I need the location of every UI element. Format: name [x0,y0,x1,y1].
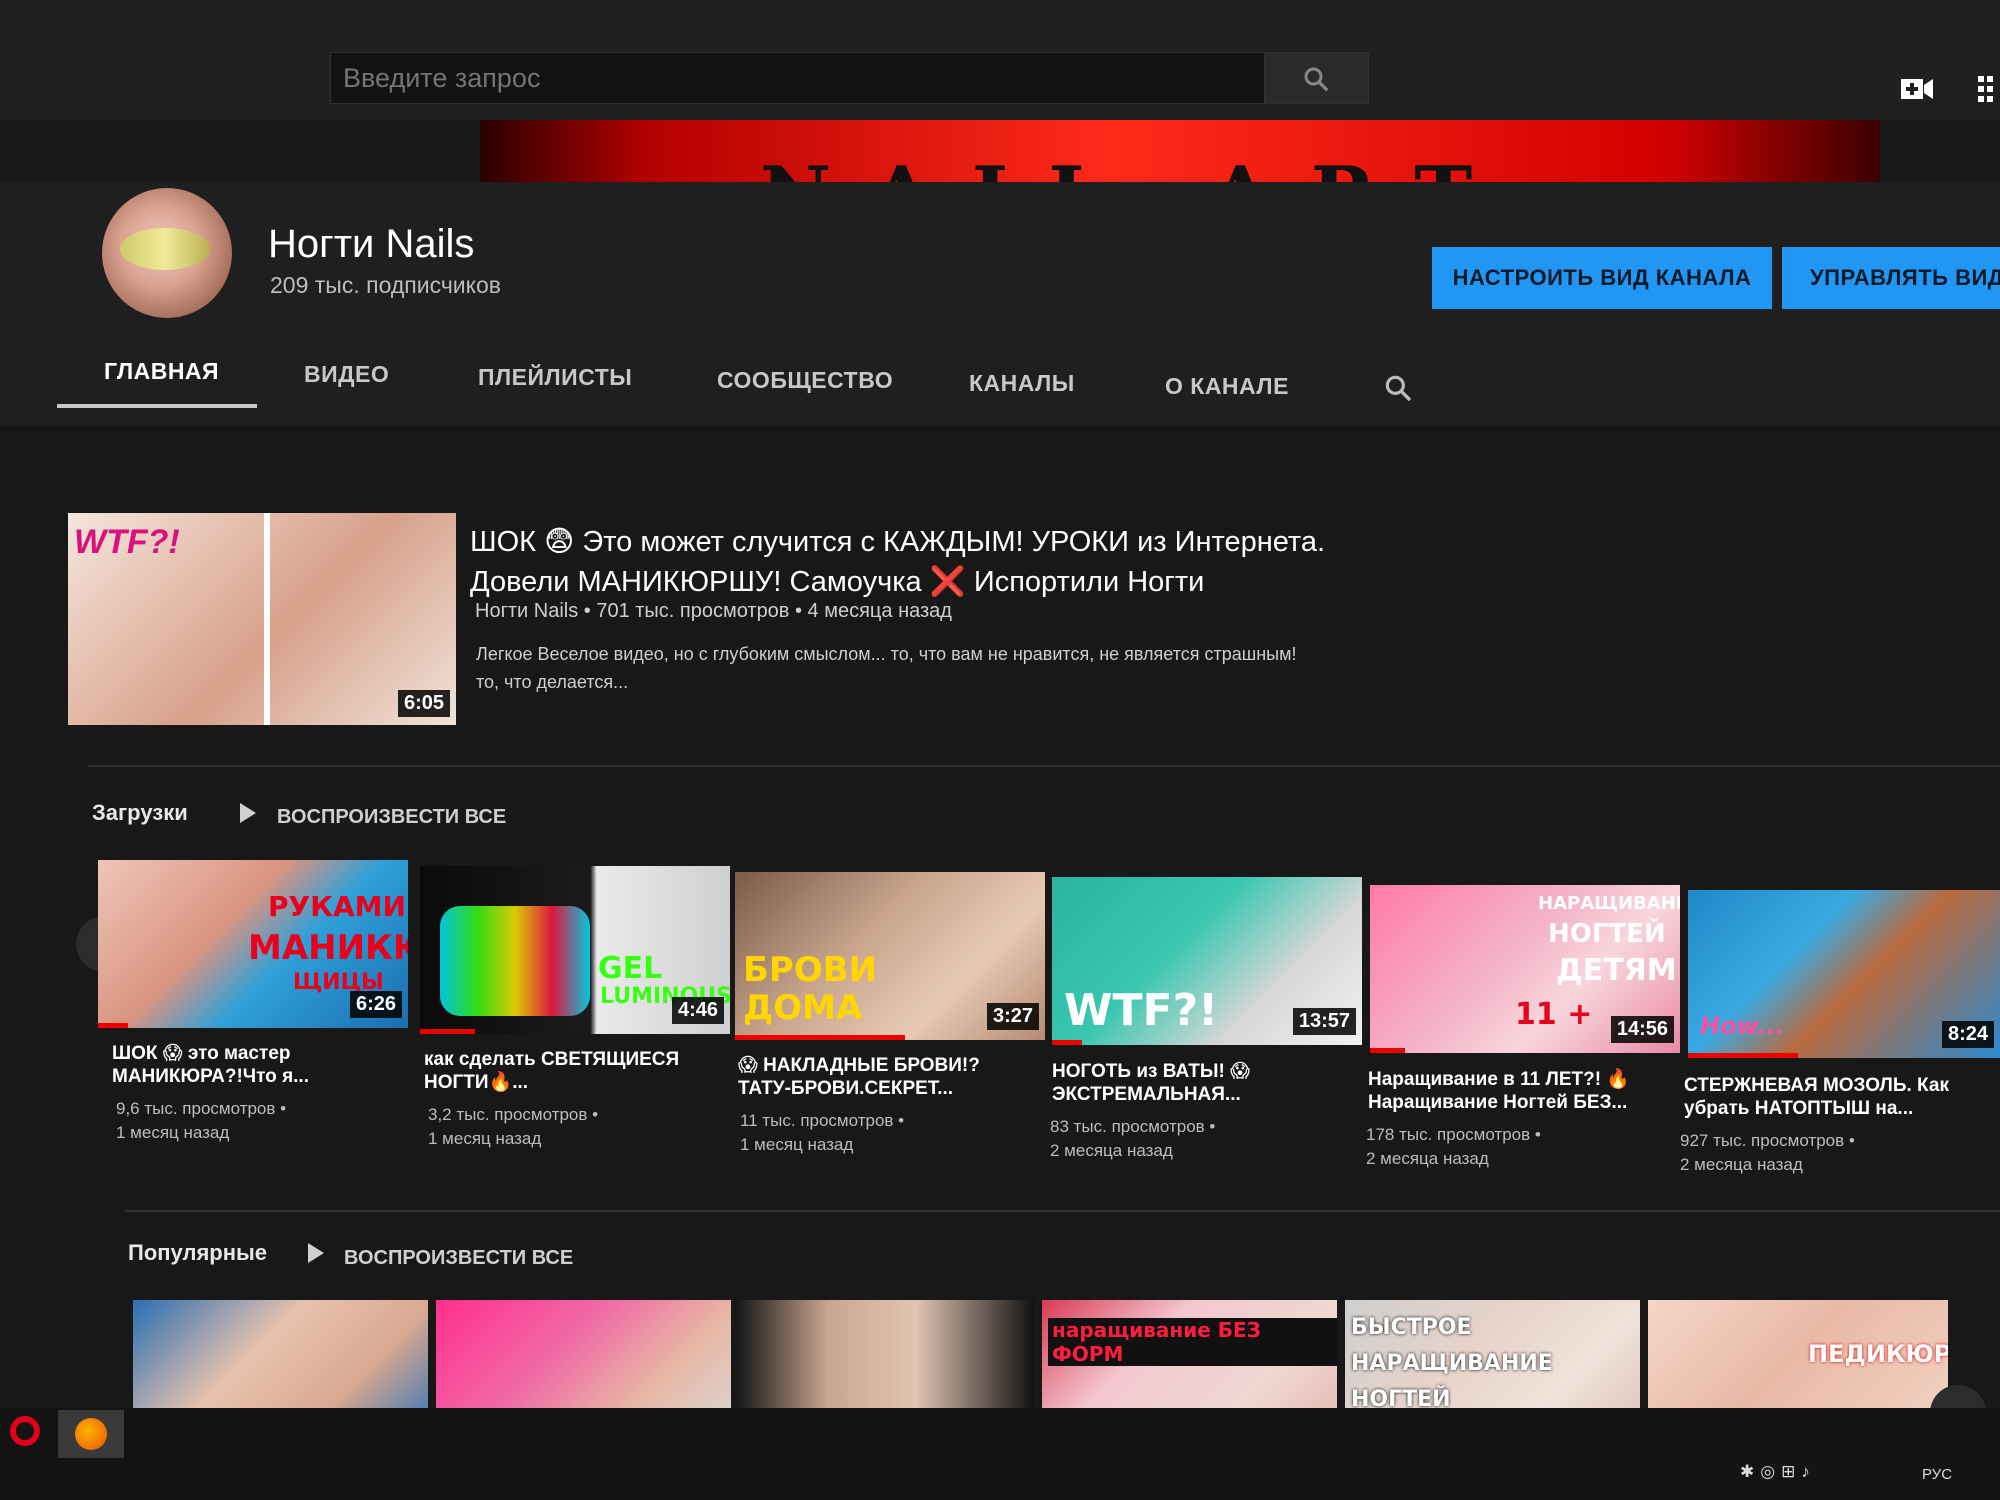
os-taskbar [0,1408,2000,1500]
system-tray-icons[interactable]: ✱◎⊞♪ [1740,1462,1816,1482]
video-thumbnail[interactable]: How... 8:24 [1688,890,2000,1058]
manage-videos-button[interactable]: УПРАВЛЯТЬ ВИД [1782,247,2000,309]
watch-progress [1052,1040,1082,1045]
opera-icon[interactable] [10,1416,40,1446]
video-meta: 9,6 тыс. просмотров • 1 месяц назад [116,1099,287,1142]
popular-play-all[interactable]: ВОСПРОИЗВЕСТИ ВСЕ [344,1247,573,1270]
channel-avatar[interactable] [102,188,232,318]
banner-text: NAIL ART [760,150,1512,182]
active-tab-indicator [57,404,257,408]
apps-grid-icon[interactable] [1978,76,2000,102]
duration-badge: 6:26 [349,991,402,1018]
video-title[interactable]: 😱 НАКЛАДНЫЕ БРОВИ!? ТАТУ-БРОВИ.СЕКРЕТ... [738,1054,1038,1100]
watch-progress [98,1023,128,1028]
create-video-icon[interactable] [1900,76,1934,102]
tab-channels[interactable]: КАНАЛЫ [969,370,1075,397]
popular-shelf-title[interactable]: Популярные [128,1240,267,1266]
video-thumbnail[interactable]: GEL LUMINOUS 4:46 [420,866,730,1034]
thumbnail-text: WTF?! [74,523,180,561]
tab-playlists[interactable]: ПЛЕЙЛИСТЫ [478,364,632,391]
watch-progress [1370,1048,1405,1053]
play-icon [240,803,256,823]
video-meta: 83 тыс. просмотров • 2 месяца назад [1050,1117,1216,1160]
featured-video-description: Легкое Веселое видео, но с глубоким смыс… [476,644,1297,692]
video-meta: 11 тыс. просмотров • 1 месяц назад [740,1111,905,1154]
search-icon [1304,67,1329,92]
keyboard-language[interactable]: РУС [1922,1466,1952,1483]
tab-home[interactable]: ГЛАВНАЯ [104,358,219,385]
customize-channel-button[interactable]: НАСТРОИТЬ ВИД КАНАЛА [1432,247,1772,309]
browser-app-icon [75,1418,107,1450]
play-icon [308,1243,324,1263]
video-thumbnail[interactable]: РУКАМИ МАНИКЮР ЩИЦЫ 6:26 [98,860,408,1028]
video-title[interactable]: НОГОТЬ из ВАТЫ! 😱 ЭКСТРЕМАЛЬНАЯ... [1052,1060,1352,1106]
watch-progress [735,1035,905,1040]
tab-community[interactable]: СООБЩЕСТВО [717,367,893,394]
uploads-shelf-title[interactable]: Загрузки [92,800,188,826]
duration-badge: 6:05 [397,690,450,717]
video-title[interactable]: ШОК 😱 это мастер МАНИКЮРА?!Что я... [112,1042,412,1088]
video-meta: 927 тыс. просмотров • 2 месяца назад [1680,1131,1855,1174]
duration-badge: 13:57 [1292,1008,1356,1035]
duration-badge: 3:27 [986,1003,1039,1030]
video-thumbnail[interactable]: БРОВИ ДОМА 3:27 [735,872,1045,1040]
subscriber-count: 209 тыс. подписчиков [270,272,501,298]
video-title[interactable]: СТЕРЖНЕВАЯ МОЗОЛЬ. Как убрать НАТОПТЫШ на… [1684,1074,1984,1120]
video-meta: 3,2 тыс. просмотров • 1 месяц назад [428,1105,599,1148]
search-input[interactable] [331,53,1264,103]
video-title[interactable]: Наращивание в 11 ЛЕТ?! 🔥 Наращивание Ногт… [1368,1068,1668,1114]
video-title[interactable]: как сделать СВЕТЯЩИЕСЯ НОГТИ🔥... [424,1048,724,1094]
channel-banner: NAIL ART [480,120,1880,182]
channel-name: Ногти Nails [268,222,475,266]
duration-badge: 8:24 [1941,1021,1994,1048]
divider [125,1210,2000,1212]
tab-about[interactable]: О КАНАЛЕ [1165,373,1289,400]
watch-progress [1688,1053,1798,1058]
featured-video-meta: Ногти Nails • 701 тыс. просмотров • 4 ме… [475,600,952,622]
divider [88,765,2000,767]
duration-badge: 14:56 [1610,1016,1674,1043]
channel-search-icon[interactable] [1382,372,1414,404]
search-button[interactable] [1265,52,1369,104]
watch-progress [420,1029,475,1034]
featured-video-title[interactable]: ШОК 😨 Это может случится с КАЖДЫМ! УРОКИ… [470,522,1370,602]
tab-videos[interactable]: ВИДЕО [304,361,389,388]
search-box[interactable] [330,52,1265,104]
video-thumbnail[interactable]: WTF?! 13:57 [1052,877,1362,1045]
featured-video-thumbnail[interactable]: WTF?! 6:05 [68,513,456,725]
taskbar-app-button[interactable] [58,1410,124,1458]
uploads-play-all[interactable]: ВОСПРОИЗВЕСТИ ВСЕ [277,806,506,829]
video-meta: 178 тыс. просмотров • 2 месяца назад [1366,1125,1541,1168]
duration-badge: 4:46 [671,997,724,1024]
video-thumbnail[interactable]: НАРАЩИВАНИЕ НОГТЕЙ ДЕТЯМ 11 + 14:56 [1370,885,1680,1053]
